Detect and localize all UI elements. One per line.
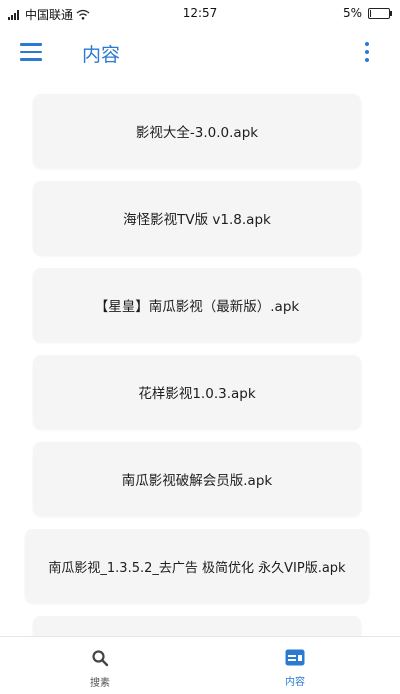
battery-fill (370, 9, 371, 17)
app-bar: 内容 (0, 26, 400, 82)
menu-icon[interactable] (20, 43, 42, 61)
file-item[interactable]: 南瓜影视_1.3.5.2_去广告 极简优化 永久VIP版.apk (25, 529, 369, 603)
file-item[interactable]: 海怪影视TV版 v1.8.apk (33, 181, 361, 255)
nav-search[interactable]: 搜素 (70, 649, 130, 689)
file-item[interactable]: 花样影视1.0.3.apk (33, 355, 361, 429)
nav-content-label: 内容 (285, 677, 305, 688)
file-item[interactable]: 【星皇】南瓜影视（最新版）.apk (33, 268, 361, 342)
battery-percent: 5% (342, 6, 362, 20)
search-icon (92, 650, 109, 667)
file-item[interactable]: 影视大全-3.0.0.apk (33, 94, 361, 168)
page-title: 内容 (82, 44, 121, 66)
file-name: 南瓜影视破解会员版.apk (121, 473, 273, 489)
battery-icon (368, 7, 392, 19)
file-name: 影视大全-3.0.0.apk (135, 125, 259, 141)
file-name: 海怪影视TV版 v1.8.apk (123, 212, 271, 228)
bottom-nav: 搜素 内容 (0, 636, 400, 694)
status-right: 5% (342, 6, 392, 20)
status-time: 12:57 (182, 6, 218, 20)
file-name: 南瓜影视_1.3.5.2_去广告 极简优化 永久VIP版.apk (48, 560, 346, 576)
file-name: 花样影视1.0.3.apk (138, 386, 256, 402)
nav-search-label: 搜素 (90, 678, 110, 689)
file-item[interactable]: 南瓜影视破解会员版.apk (33, 442, 361, 516)
more-vert-icon[interactable] (364, 42, 370, 64)
file-name: 【星皇】南瓜影视（最新版）.apk (94, 299, 300, 315)
status-bar: 中国联通 12:57 5% (0, 0, 400, 26)
nav-content[interactable]: 内容 (265, 649, 325, 688)
file-list: 影视大全-3.0.0.apk 海怪影视TV版 v1.8.apk 【星皇】南瓜影视… (25, 94, 369, 659)
content-icon (285, 649, 305, 666)
